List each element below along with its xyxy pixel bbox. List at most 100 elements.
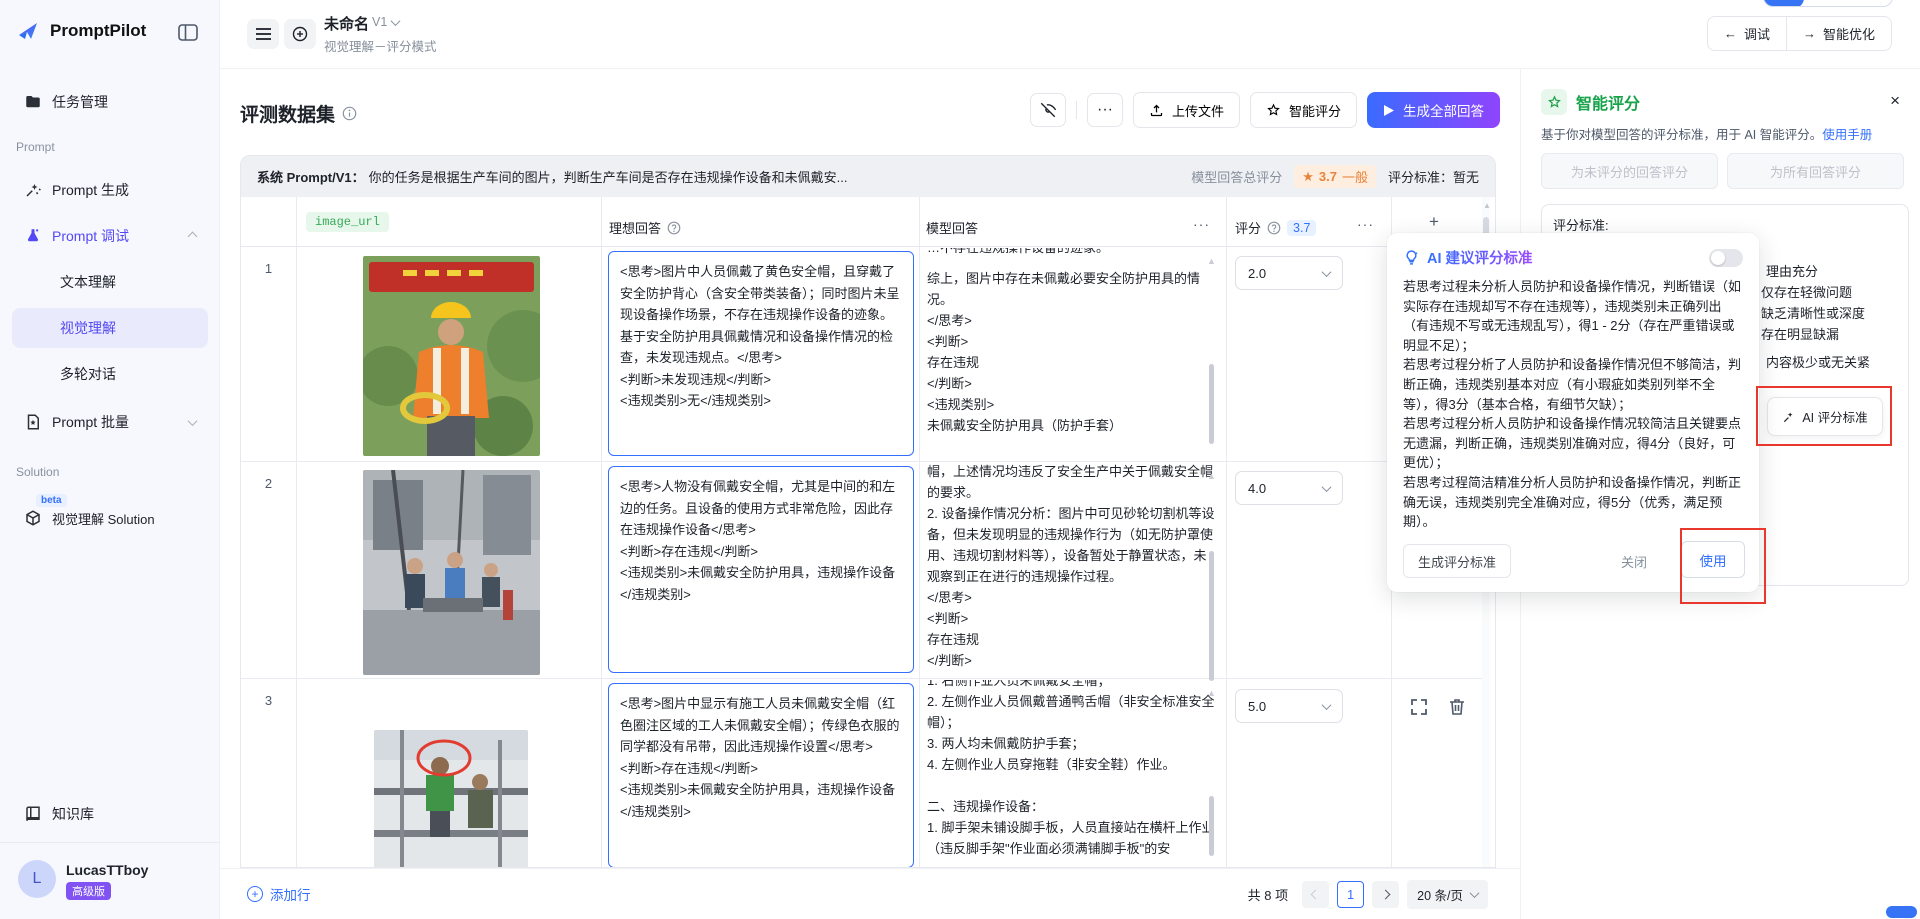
- sidebar-item-prompt-batch[interactable]: Prompt 批量: [12, 402, 208, 442]
- model-answer-more-icon[interactable]: ···: [1193, 216, 1210, 232]
- add-column-button[interactable]: +: [1429, 212, 1439, 232]
- sidebar-item-label: Prompt 批量: [52, 412, 129, 432]
- close-suggestion-button[interactable]: 关闭: [1621, 552, 1647, 571]
- sidebar-item-knowledge[interactable]: 知识库: [12, 794, 208, 834]
- chevron-down-icon: [188, 416, 198, 426]
- cell-scrollbar[interactable]: [1209, 364, 1214, 444]
- score-unscored-button[interactable]: 为未评分的回答评分: [1541, 153, 1718, 189]
- scroll-up-icon[interactable]: ▲: [1207, 471, 1216, 481]
- prev-page-button[interactable]: [1302, 881, 1329, 908]
- user-account[interactable]: L LucasTTboy 高级版: [18, 860, 148, 900]
- sidebar-item-tasks[interactable]: 任务管理: [12, 82, 208, 122]
- sidebar: PromptPilot 任务管理 Prompt Prompt 生成 Prompt…: [0, 0, 220, 919]
- column-score[interactable]: 评分 3.7: [1235, 218, 1316, 237]
- sidebar-item-label: 文本理解: [60, 272, 116, 292]
- total-score-badge: ★ 3.7 一般: [1294, 165, 1376, 188]
- close-icon[interactable]: ×: [1890, 91, 1900, 111]
- menu-button[interactable]: [247, 19, 279, 49]
- cell-scrollbar[interactable]: [1209, 796, 1214, 856]
- ai-suggestion-panel: AI 建议评分标准 若思考过程未分析人员防护和设备操作情况，判断错误（如实际存在…: [1387, 233, 1759, 592]
- optimize-label: 智能优化: [1823, 24, 1875, 43]
- plan-badge: 高级版: [66, 882, 111, 900]
- column-divider: [919, 197, 920, 868]
- sidebar-item-label: Prompt 生成: [52, 180, 129, 200]
- score-all-button[interactable]: 为所有回答评分: [1727, 153, 1904, 189]
- smart-score-button[interactable]: 智能评分: [1250, 92, 1357, 128]
- collapse-sidebar-icon[interactable]: [178, 24, 198, 42]
- row-image-2[interactable]: [363, 470, 540, 675]
- next-page-button[interactable]: [1372, 881, 1399, 908]
- delete-row-icon[interactable]: [1447, 697, 1467, 717]
- sidebar-item-multi-turn[interactable]: 多轮对话: [12, 354, 208, 394]
- ideal-answer-cell-3[interactable]: <思考>图片中显示有施工人员未佩戴安全帽（红色圈注区域的工人未佩戴安全帽）；传绿…: [608, 683, 914, 868]
- corner-scrollbar[interactable]: [1886, 906, 1917, 918]
- generate-criteria-button[interactable]: 生成评分标准: [1403, 544, 1511, 578]
- chevron-up-icon: [188, 231, 198, 241]
- criteria-label: 评分标准:: [1553, 215, 1609, 234]
- hide-columns-button[interactable]: [1030, 93, 1066, 127]
- sidebar-item-label: 视觉理解 Solution: [52, 509, 155, 528]
- model-answer-cell-3[interactable]: 1. 右侧作业人员未佩戴安全帽；2. 左侧作业人员佩戴普通鸭舌帽（非安全标准安全…: [927, 680, 1215, 868]
- score-more-icon[interactable]: ···: [1357, 216, 1374, 232]
- scroll-up-icon[interactable]: ▲: [1483, 201, 1491, 210]
- row-image-3[interactable]: [374, 730, 528, 868]
- bottom-bar: + 添加行 共 8 项 1 20 条/页: [220, 868, 1520, 919]
- upload-file-button[interactable]: 上传文件: [1133, 92, 1240, 128]
- doc-subtitle: 视觉理解－评分模式: [324, 36, 437, 55]
- app-logo-icon: [16, 18, 42, 44]
- column-divider: [1226, 197, 1227, 868]
- column-ideal-answer[interactable]: 理想回答: [609, 218, 681, 237]
- avatar: L: [18, 860, 56, 898]
- ai-suggestion-toggle[interactable]: [1709, 249, 1743, 267]
- sidebar-item-visual-solution[interactable]: 视觉理解 Solution: [12, 498, 208, 538]
- clipped-line: 1. 右侧作业人员未佩戴安全帽；: [927, 680, 1215, 691]
- generate-all-button[interactable]: 生成全部回答: [1367, 92, 1500, 128]
- add-row-button[interactable]: + 添加行: [247, 884, 311, 904]
- score-select-3[interactable]: 5.0: [1235, 689, 1343, 723]
- scroll-up-icon[interactable]: ▲: [1207, 688, 1216, 698]
- expand-row-icon[interactable]: [1409, 697, 1429, 717]
- top-scroll-indicator: [1763, 0, 1893, 7]
- system-prompt-bar[interactable]: 系统 Prompt/V1： 你的任务是根据生产车间的图片，判断生产车间是否存在违…: [241, 156, 1495, 197]
- sidebar-item-label: 视觉理解: [60, 318, 116, 338]
- ideal-answer-cell-1[interactable]: <思考>图片中人员佩戴了黄色安全帽，且穿戴了安全防护背心（含安全带类装备）；同时…: [608, 251, 914, 456]
- optimize-button[interactable]: → 智能优化: [1786, 17, 1891, 50]
- total-count: 共 8 项: [1248, 885, 1288, 904]
- criteria-text-fragment: 缺乏清晰性或深度: [1761, 303, 1865, 322]
- debug-button[interactable]: ← 调试: [1708, 17, 1786, 50]
- more-actions-button[interactable]: ···: [1087, 93, 1123, 127]
- app-title: PromptPilot: [50, 21, 146, 41]
- score-select-1[interactable]: 2.0: [1235, 256, 1343, 290]
- version-selector[interactable]: V1: [372, 15, 399, 29]
- scroll-up-icon[interactable]: ▲: [1207, 256, 1216, 266]
- column-model-answer[interactable]: 模型回答: [926, 218, 978, 237]
- column-divider: [296, 197, 297, 868]
- sidebar-item-prompt-gen[interactable]: Prompt 生成: [12, 170, 208, 210]
- ai-criteria-button[interactable]: AI 评分标准: [1767, 397, 1883, 436]
- score-select-2[interactable]: 4.0: [1235, 471, 1343, 505]
- column-image-url[interactable]: image_url: [306, 212, 389, 232]
- page-size-select[interactable]: 20 条/页: [1407, 880, 1488, 909]
- sidebar-item-text-understanding[interactable]: 文本理解: [12, 262, 208, 302]
- new-version-button[interactable]: [284, 19, 316, 49]
- ideal-answer-cell-2[interactable]: <思考>人物没有佩戴安全帽，尤其是中间的和左边的任务。且设备的使用方式非常危险，…: [608, 466, 914, 673]
- chevron-left-icon: [1311, 890, 1321, 900]
- magic-bulb-icon: [1403, 249, 1420, 266]
- model-answer-cell-2[interactable]: 帽，上述情况均违反了安全生产中关于佩戴安全帽的要求。 2. 设备操作情况分析：图…: [927, 463, 1215, 675]
- sidebar-item-visual-understanding[interactable]: 视觉理解: [12, 308, 208, 348]
- row-image-1[interactable]: [363, 256, 540, 456]
- row-number: 3: [241, 693, 296, 708]
- sidebar-item-prompt-debug[interactable]: Prompt 调试: [12, 216, 208, 256]
- sidebar-item-label: 知识库: [52, 804, 94, 824]
- manual-link[interactable]: 使用手册: [1822, 128, 1872, 142]
- scroll-down-icon[interactable]: ▼: [1207, 661, 1216, 671]
- clipped-line: …不存在违规操作设备的迹象。: [927, 248, 1215, 258]
- page-size-label: 20 条/页: [1417, 885, 1463, 904]
- star-badge-icon: [1541, 89, 1567, 115]
- current-page[interactable]: 1: [1337, 881, 1364, 908]
- chevron-down-icon: [391, 16, 401, 26]
- model-answer-cell-1[interactable]: …不存在违规操作设备的迹象。综上，图片中存在未佩戴必要安全防护用具的情况。 </…: [927, 248, 1215, 457]
- criteria-text-fragment: ，理由充分: [1753, 261, 1818, 280]
- use-suggestion-button[interactable]: 使用: [1681, 541, 1745, 578]
- dataset-toolbar: ··· 上传文件 智能评分 生成全部回答: [1030, 92, 1500, 128]
